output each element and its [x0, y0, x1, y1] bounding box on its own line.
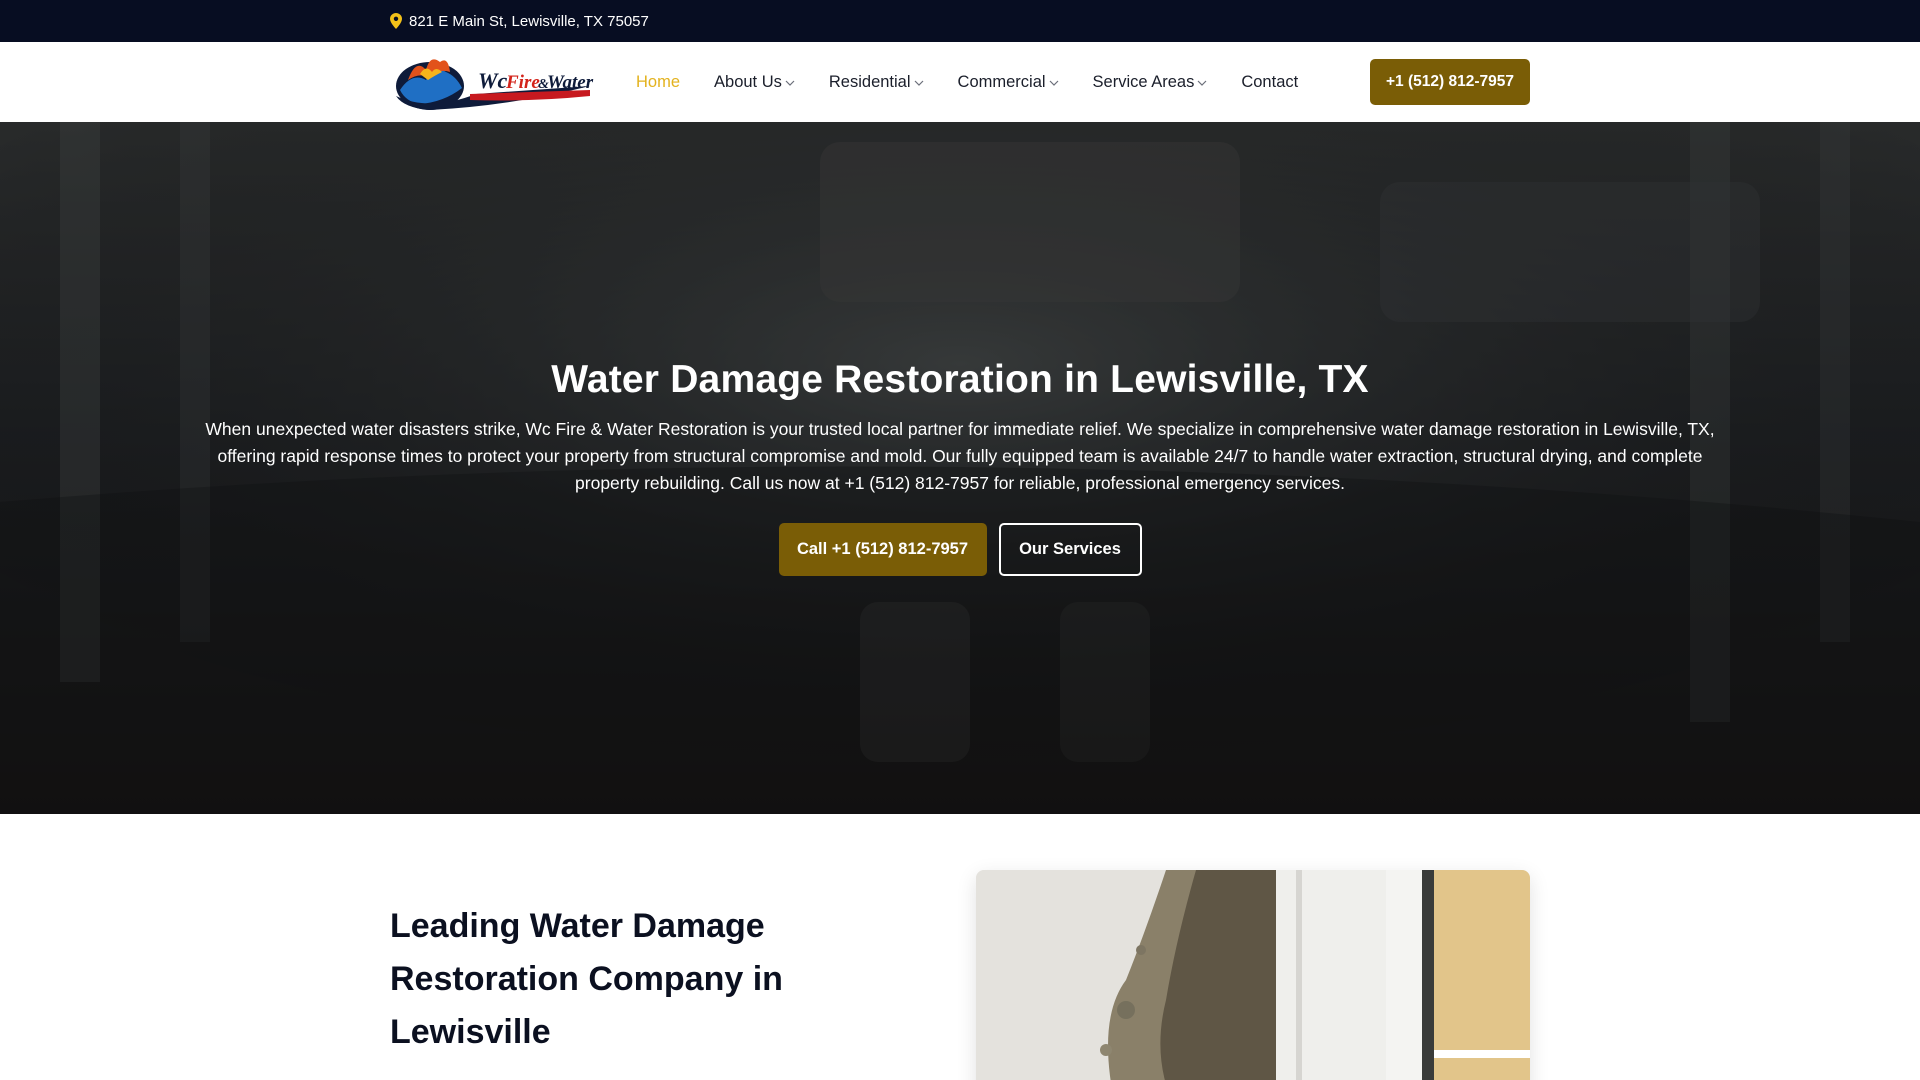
nav-home-label: Home [636, 72, 681, 91]
header-phone-button[interactable]: +1 (512) 812-7957 [1370, 59, 1530, 105]
hero-section: Water Damage Restoration in Lewisville, … [0, 122, 1920, 814]
address-text: 821 E Main St, Lewisville, TX 75057 [409, 12, 649, 30]
svg-text:Wc: Wc [478, 68, 508, 93]
nav-about-us-label: About Us [714, 72, 782, 91]
site-logo[interactable]: Wc Fire & Water [390, 50, 598, 114]
site-header: Wc Fire & Water Home About Us Residentia… [0, 42, 1920, 122]
hero-buttons: Call +1 (512) 812-7957 Our Services [0, 523, 1920, 576]
chevron-down-icon [785, 80, 795, 86]
chevron-down-icon [1197, 80, 1207, 86]
intro-heading: Leading Water Damage Restoration Company… [390, 907, 783, 1051]
our-services-button[interactable]: Our Services [998, 523, 1142, 576]
nav-service-areas-label: Service Areas [1092, 72, 1195, 91]
hero-title: Water Damage Restoration in Lewisville, … [551, 358, 1369, 401]
map-pin-icon [390, 13, 402, 29]
top-info-bar: 821 E Main St, Lewisville, TX 75057 [0, 0, 1920, 42]
nav-commercial-label: Commercial [957, 72, 1046, 91]
chevron-down-icon [1049, 80, 1058, 86]
nav-residential-label: Residential [828, 72, 911, 91]
main-nav: Home About Us Residential Commercial Ser… [636, 42, 1298, 122]
logo-graphic: Wc Fire & Water [396, 59, 594, 110]
mold-wall-photo [976, 870, 1530, 1080]
svg-text:Water: Water [547, 72, 594, 93]
nav-contact-label: Contact [1241, 72, 1299, 91]
nav-contact[interactable]: Contact [1241, 73, 1298, 92]
nav-residential[interactable]: Residential [829, 73, 924, 92]
address-block: 821 E Main St, Lewisville, TX 75057 [390, 0, 649, 42]
mold-damage-image [976, 870, 1530, 1080]
svg-text:Fire: Fire [505, 72, 540, 93]
nav-home[interactable]: Home [636, 73, 680, 92]
nav-commercial[interactable]: Commercial [958, 73, 1059, 92]
nav-about-us[interactable]: About Us [714, 73, 795, 92]
call-button[interactable]: Call +1 (512) 812-7957 [778, 523, 987, 576]
nav-service-areas[interactable]: Service Areas [1093, 73, 1208, 92]
chevron-down-icon [914, 80, 923, 86]
hero-description: When unexpected water disasters strike, … [205, 419, 1715, 493]
